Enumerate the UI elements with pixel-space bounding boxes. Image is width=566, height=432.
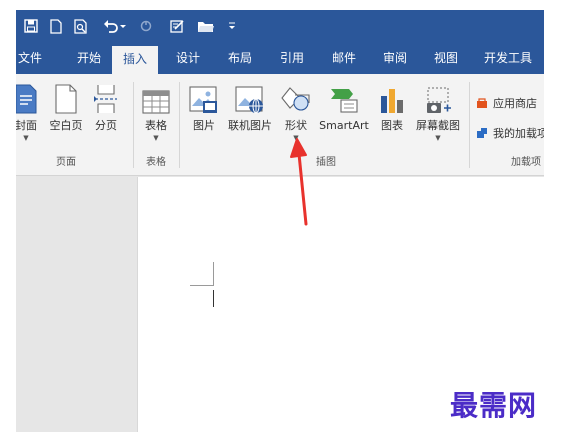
picture-label: 图片 [193,119,215,132]
chart-button[interactable]: 图表 [376,80,408,146]
table-icon [140,80,172,114]
open-folder-icon[interactable] [196,16,216,36]
tab-review[interactable]: 审阅 [373,42,417,74]
store-icon [477,98,487,108]
save-icon[interactable] [22,16,40,36]
table-button[interactable]: 表格 ▼ [140,80,172,146]
online-picture-button[interactable]: 联机图片 [224,80,276,146]
group-divider [469,82,470,168]
blank-page-button[interactable]: 空白页 [44,80,88,146]
margin-corner-mark [190,285,214,286]
cover-page-icon [16,80,42,114]
tab-mailings[interactable]: 邮件 [322,42,366,74]
smartart-label: SmartArt [319,119,369,132]
watermark-text: 最需网 [450,389,538,422]
shapes-icon [280,80,312,114]
chevron-down-icon: ▼ [293,134,299,142]
insert-ribbon: 封面 ▼ 空白页 分页 页面 表格 ▼ 表格 图片 联机图片 形状 ▼ Smar… [16,74,544,176]
tab-layout[interactable]: 布局 [218,42,262,74]
screenshot-frame: 文件 开始 插入 设计 布局 引用 邮件 审阅 视图 开发工具 封面 ▼ 空白页 [0,0,566,432]
page-break-label: 分页 [95,119,117,132]
picture-icon [188,80,220,114]
tab-references[interactable]: 引用 [270,42,314,74]
chevron-down-icon: ▼ [23,134,29,142]
shapes-button[interactable]: 形状 ▼ [280,80,312,146]
group-divider [133,82,134,168]
addins-group-label: 加载项 [511,157,541,168]
table-label: 表格 [145,119,167,132]
illustrations-group-label: 插图 [316,157,336,168]
screenshot-button[interactable]: 屏幕截图 ▼ [412,80,464,146]
word-window: 文件 开始 插入 设计 布局 引用 邮件 审阅 视图 开发工具 封面 ▼ 空白页 [16,10,544,432]
smartart-icon [328,80,360,114]
shapes-label: 形状 [285,119,307,132]
margin-corner-mark [213,262,214,286]
screenshot-label: 屏幕截图 [416,119,460,132]
tab-file[interactable]: 文件 [16,42,44,74]
chart-label: 图表 [381,119,403,132]
blank-page-label: 空白页 [49,119,83,132]
edit-icon[interactable] [168,16,186,36]
redo-icon[interactable] [138,16,154,36]
cover-page-button[interactable]: 封面 ▼ [16,80,42,146]
page-break-button[interactable]: 分页 [90,80,122,146]
new-document-icon[interactable] [48,16,64,36]
my-addins-icon [477,128,487,138]
store-button[interactable]: 应用商店 [476,94,537,112]
cover-page-label: 封面 [16,119,37,132]
tab-view[interactable]: 视图 [424,42,468,74]
store-label: 应用商店 [493,97,537,110]
tab-design[interactable]: 设计 [166,42,210,74]
customize-icon[interactable] [226,16,238,36]
tab-home[interactable]: 开始 [70,42,108,74]
my-addins-label: 我的加载项 [493,127,544,140]
tab-insert[interactable]: 插入 [112,46,158,74]
chevron-down-icon: ▼ [153,134,159,142]
group-divider [179,82,180,168]
undo-icon[interactable] [102,16,128,36]
title-bar [16,10,544,42]
online-picture-icon [234,80,266,114]
tables-group-label: 表格 [146,157,166,168]
screenshot-icon [422,80,454,114]
ribbon-tab-bar: 文件 开始 插入 设计 布局 引用 邮件 审阅 视图 开发工具 [16,42,544,74]
text-cursor [213,290,214,307]
tab-developer[interactable]: 开发工具 [476,42,540,74]
chart-icon [376,80,408,114]
print-preview-icon[interactable] [72,16,90,36]
picture-button[interactable]: 图片 [188,80,220,146]
online-picture-label: 联机图片 [228,119,272,132]
blank-page-icon [50,80,82,114]
chevron-down-icon: ▼ [435,134,441,142]
pages-group-label: 页面 [56,157,76,168]
my-addins-button[interactable]: 我的加载项 [476,124,544,142]
page-break-icon [90,80,122,114]
smartart-button[interactable]: SmartArt [314,80,374,146]
